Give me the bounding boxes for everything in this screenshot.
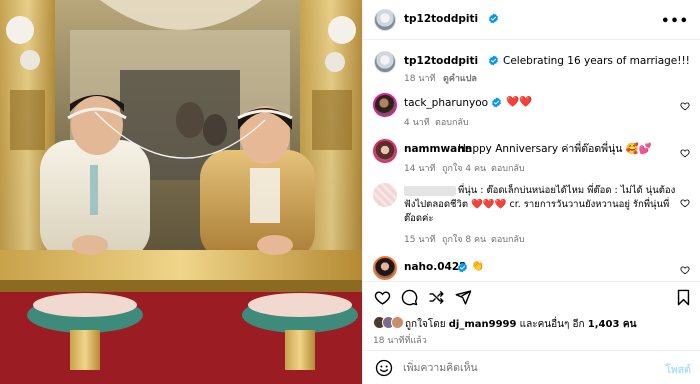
comment-like-heart-icon[interactable] [680, 101, 690, 111]
verified-badge-icon [489, 13, 498, 24]
post-timestamp: 18 นาทีที่แล้ว [373, 336, 427, 346]
reply-button[interactable]: ตอบกลับ [435, 115, 469, 129]
bookmark-icon[interactable] [675, 289, 692, 306]
likes-summary[interactable]: ถูกใจโดย dj_man9999 และคนอื่นๆ อีก 1,403… [405, 317, 636, 332]
caption-username[interactable]: tp12toddpiti [404, 55, 478, 67]
blurred-username [404, 186, 456, 196]
commenter-avatar[interactable] [373, 256, 397, 280]
comment-text: Happy Anniversary ค่าพี่ต๊อดพี่นุ่น 🥰💕 [458, 143, 652, 155]
comment-text-line1: พี่นุ่น : ต๊อดเล็กบ่นหน่อยได้ไหม พี่ต๊อด… [458, 185, 676, 196]
comment-text: ❤️❤️ [506, 96, 533, 108]
comment-text: 👏 [471, 260, 485, 272]
commenter-avatar[interactable] [373, 183, 397, 207]
comment-time: 4 นาที [404, 118, 430, 128]
likes-prefix: ถูกใจโดย [405, 319, 446, 330]
post-header: tp12toddpiti ••• [363, 0, 700, 40]
author-avatar[interactable] [374, 9, 396, 31]
comment-like-heart-icon[interactable] [680, 265, 690, 275]
more-options-icon[interactable]: ••• [661, 14, 689, 29]
comment-username[interactable]: tack_pharunyoo [404, 97, 488, 109]
comment-like-heart-icon[interactable] [680, 148, 690, 158]
send-icon[interactable] [455, 289, 472, 306]
reply-button[interactable]: ตอบกลับ [491, 161, 525, 175]
share-icon[interactable] [428, 289, 445, 306]
comment-text-line3: ต๊อดค่ะ [404, 213, 434, 224]
commenter-avatar[interactable] [373, 139, 397, 163]
post-photo[interactable] [0, 0, 362, 384]
caption-time: 18 นาที [404, 74, 436, 84]
comment-like-heart-icon[interactable] [680, 198, 690, 208]
comment-text-line2: ฟังไปตลอดชีวิต ❤️❤️❤️ cr. รายการวันวานยั… [404, 199, 670, 210]
reply-button[interactable]: ตอบกลับ [491, 232, 525, 246]
post-comment-button[interactable]: โพสต์ [665, 361, 691, 378]
header-username[interactable]: tp12toddpiti [404, 13, 478, 25]
caption-avatar[interactable] [374, 51, 396, 73]
commenter-avatar[interactable] [373, 93, 397, 117]
comment-input[interactable] [403, 359, 643, 377]
likers-avatars[interactable] [373, 316, 404, 330]
see-translation-link[interactable]: ดูคำแปล [443, 71, 477, 85]
liker-avatar [391, 316, 404, 329]
verified-badge-icon [489, 55, 498, 66]
comment-icon[interactable] [401, 289, 418, 306]
comment-like-count[interactable]: ถูกใจ 4 คน [442, 161, 486, 175]
heart-icon[interactable] [374, 289, 391, 306]
verified-badge-icon [492, 97, 501, 108]
likes-user[interactable]: dj_man9999 [449, 319, 517, 330]
wedding-photo [0, 0, 362, 384]
comment-time: 15 นาที [404, 235, 436, 245]
emoji-smile-icon[interactable] [375, 359, 393, 377]
comment-like-count[interactable]: ถูกใจ 8 คน [442, 232, 486, 246]
post-action-bar [363, 281, 700, 311]
caption-text: Celebrating 16 years of marriage!!! [503, 55, 690, 67]
add-comment-bar: โพสต์ [363, 350, 700, 384]
comment-time: 14 นาที [404, 164, 436, 174]
likes-middle: และคนอื่นๆ อีก [519, 319, 585, 330]
verified-badge-icon [458, 262, 467, 273]
post-details-panel: tp12toddpiti ••• tp12toddpiti Celebratin… [362, 0, 700, 384]
likes-count[interactable]: 1,403 คน [588, 319, 637, 330]
